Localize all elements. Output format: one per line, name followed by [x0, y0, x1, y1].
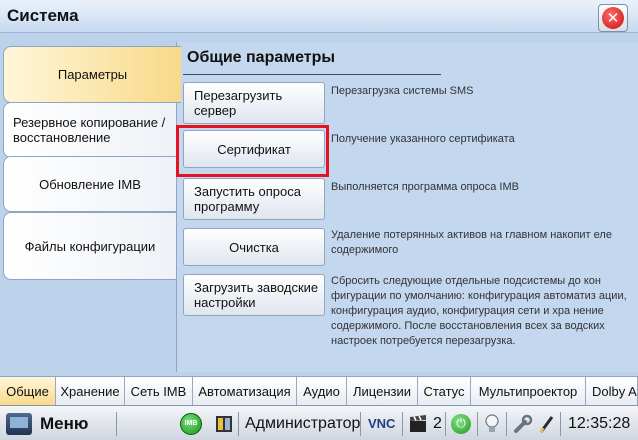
tab-status[interactable]: Статус: [418, 377, 471, 406]
taskbar-divider: [560, 412, 561, 436]
imb-status[interactable]: IMB: [180, 406, 202, 440]
wrench-icon: [514, 414, 533, 433]
window-title: Система: [7, 6, 79, 25]
button-label: Перезагрузить сервер: [194, 88, 283, 118]
power-icon: ⏻: [451, 413, 471, 434]
tab-label: Лицензии: [353, 384, 411, 399]
taskbar: Меню IMB Администратор VNC 2 ⏻ 12:35:28: [0, 405, 638, 440]
pen-icon: [539, 415, 554, 433]
clapper-count: 2: [433, 414, 442, 432]
taskbar-divider: [116, 412, 117, 436]
tab-audio[interactable]: Аудио: [297, 377, 347, 406]
sidebar-tab-parameters[interactable]: Параметры: [3, 46, 181, 103]
media-icon: [216, 415, 232, 432]
general-parameters-panel: Общие параметры Перезагрузить сервер Пер…: [176, 42, 638, 372]
tab-label: Сеть IMB: [130, 384, 187, 399]
tab-label: Мультипроектор: [478, 384, 578, 399]
tab-dolby-atmos[interactable]: Dolby At: [586, 377, 638, 406]
restart-server-description: Перезагрузка системы SMS: [331, 85, 474, 97]
cleanup-button[interactable]: Очистка: [183, 228, 325, 266]
load-factory-settings-description: Сбросить следующие отдельные подсистемы …: [331, 275, 627, 347]
power-status[interactable]: ⏻: [451, 406, 471, 440]
taskbar-divider: [477, 412, 478, 436]
clapper-status[interactable]: 2: [409, 406, 442, 440]
sidebar-tab-label: Резервное копирование / восстановление: [13, 115, 166, 145]
taskbar-divider: [402, 412, 403, 436]
tab-label: Статус: [423, 384, 465, 399]
bulb-status[interactable]: [484, 406, 500, 440]
panel-title: Общие параметры: [187, 49, 336, 66]
tab-automation[interactable]: Автоматизация: [193, 377, 297, 406]
menu-button[interactable]: Меню: [6, 406, 88, 440]
sidebar-tab-backup[interactable]: Резервное копирование / восстановление: [3, 102, 177, 158]
tab-licenses[interactable]: Лицензии: [347, 377, 418, 406]
clock: 12:35:28: [568, 414, 631, 432]
clapper-icon: [410, 414, 426, 432]
tab-general[interactable]: Общие: [0, 377, 56, 406]
close-icon: ✕: [602, 7, 624, 29]
taskbar-divider: [445, 412, 446, 436]
tab-imb-network[interactable]: Сеть IMB: [125, 377, 193, 406]
cleanup-description: Удаление потерянных активов на главном н…: [331, 229, 612, 256]
taskbar-divider: [238, 412, 239, 436]
sidebar-tab-config-files[interactable]: Файлы конфигурации: [3, 212, 177, 280]
sidebar-tab-label: Параметры: [57, 67, 128, 82]
media-status[interactable]: [214, 406, 234, 440]
restart-server-button[interactable]: Перезагрузить сервер: [183, 82, 325, 124]
certificate-description: Получение указанного сертификата: [331, 133, 515, 145]
sidebar-tab-label: Файлы конфигурации: [24, 238, 156, 254]
run-poll-program-button[interactable]: Запустить опроса программу: [183, 178, 325, 220]
sidebar-tab-imb-update[interactable]: Обновление IMB: [3, 156, 177, 212]
imb-icon: IMB: [180, 412, 202, 435]
tab-multiprojector[interactable]: Мультипроектор: [471, 377, 586, 406]
close-button[interactable]: ✕: [598, 4, 628, 32]
sidebar: Параметры Резервное копирование / восста…: [0, 40, 181, 372]
tab-label: Dolby At: [592, 384, 638, 399]
tools-button[interactable]: [512, 406, 534, 440]
tab-label: Общие: [6, 384, 49, 399]
taskbar-divider: [360, 412, 361, 436]
tab-label: Хранение: [60, 384, 120, 399]
title-bar: Система ✕: [0, 0, 638, 33]
load-factory-settings-button[interactable]: Загрузить заводские настройки: [183, 274, 325, 316]
tab-storage[interactable]: Хранение: [56, 377, 125, 406]
edit-button[interactable]: [538, 406, 556, 440]
bulb-icon: [485, 413, 499, 432]
user-name[interactable]: Администратор: [245, 406, 360, 440]
run-poll-program-description: Выполняется программа опроса IMB: [331, 181, 519, 193]
button-label: Загрузить заводские настройки: [194, 280, 319, 310]
vnc-icon[interactable]: VNC: [368, 406, 395, 440]
button-label: Запустить опроса программу: [194, 184, 301, 214]
button-label: Очистка: [229, 239, 279, 255]
taskbar-divider: [506, 412, 507, 436]
sidebar-tab-label: Обновление IMB: [39, 176, 141, 192]
menu-label: Меню: [40, 413, 89, 433]
tab-label: Аудио: [303, 384, 340, 399]
title-divider: [183, 74, 441, 75]
certificate-highlight-box: [176, 125, 329, 177]
tab-label: Автоматизация: [198, 384, 291, 399]
menu-icon: [6, 412, 32, 435]
bottom-tab-bar: Общие Хранение Сеть IMB Автоматизация Ау…: [0, 376, 638, 406]
